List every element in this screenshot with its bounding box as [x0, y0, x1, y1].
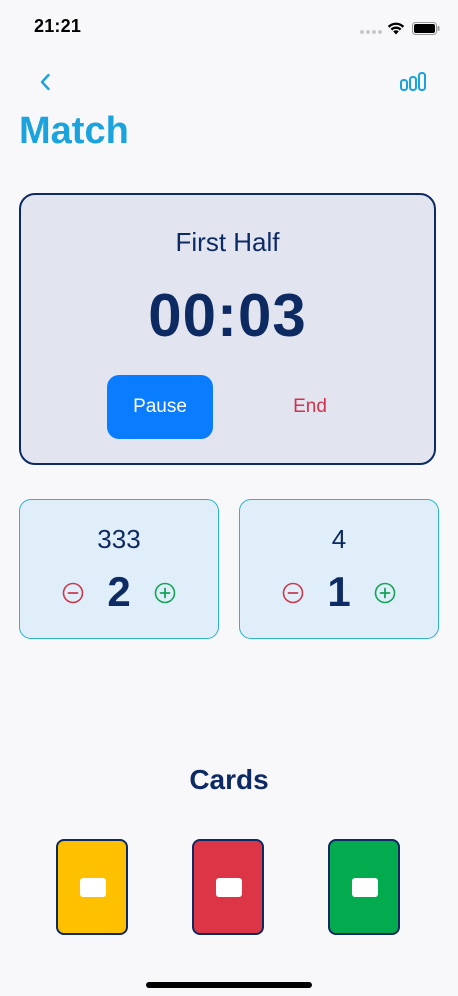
pause-button[interactable]: Pause: [107, 375, 213, 439]
status-bar: 21:21: [0, 0, 458, 56]
home-indicator[interactable]: [146, 982, 312, 988]
wifi-icon: [387, 22, 405, 35]
team-name: 4: [331, 524, 347, 554]
card-icon: [80, 878, 106, 897]
timer-card: First Half 00:03 Pause End: [19, 193, 436, 465]
cellular-signal-icon: [360, 30, 382, 34]
team-card-home: 333 2: [19, 499, 219, 639]
status-time: 21:21: [34, 16, 82, 36]
plus-circle-icon[interactable]: [154, 582, 176, 604]
timer-display: 00:03: [148, 282, 307, 349]
period-label: First Half: [175, 227, 280, 257]
team-score: 2: [107, 568, 131, 615]
end-button[interactable]: End: [257, 375, 363, 439]
green-card-button[interactable]: [328, 839, 400, 935]
cards-heading: Cards: [189, 764, 269, 795]
team-card-away: 4 1: [239, 499, 439, 639]
page-title: Match: [19, 110, 129, 152]
team-score: 1: [327, 568, 351, 615]
battery-icon: [412, 22, 440, 35]
plus-circle-icon[interactable]: [374, 582, 396, 604]
chevron-left-icon[interactable]: [34, 70, 58, 94]
yellow-card-button[interactable]: [56, 839, 128, 935]
red-card-button[interactable]: [192, 839, 264, 935]
card-icon: [352, 878, 378, 897]
team-name: 333: [97, 524, 141, 554]
bar-chart-icon[interactable]: [398, 70, 428, 94]
card-icon: [216, 878, 242, 897]
